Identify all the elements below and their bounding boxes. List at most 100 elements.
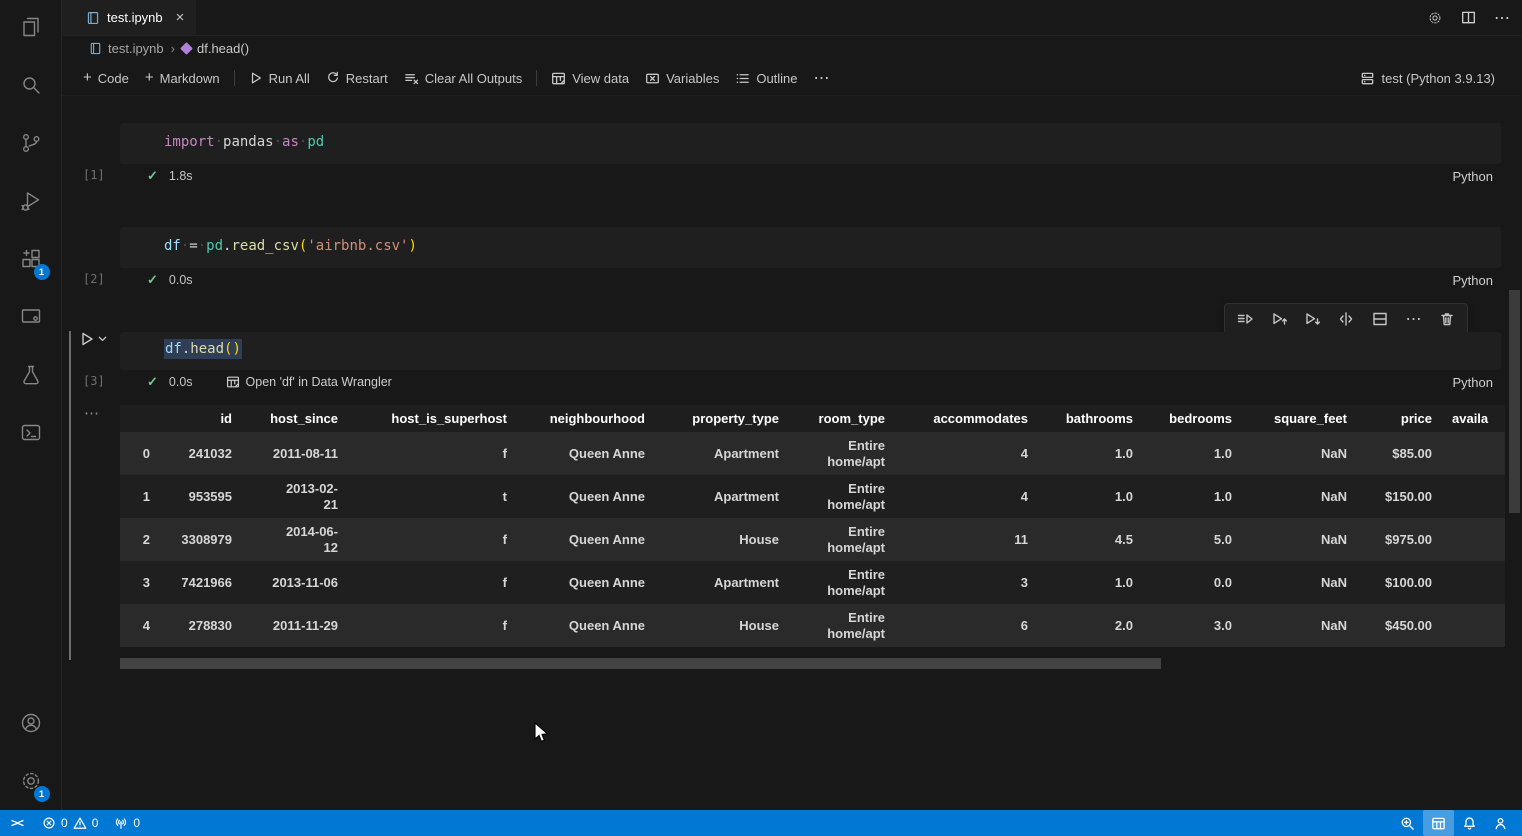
account-status-button[interactable] — [1485, 810, 1516, 836]
remote-indicator[interactable]: >< — [0, 810, 34, 836]
table-cell: 3 — [899, 561, 1042, 604]
sidebar-item-search[interactable] — [7, 60, 55, 110]
cell-language-picker[interactable]: Python — [1453, 169, 1493, 184]
more-actions-icon[interactable]: ⋯ — [1400, 307, 1428, 331]
sidebar-item-run-debug[interactable] — [7, 176, 55, 226]
clear-all-outputs-button[interactable]: Clear All Outputs — [396, 68, 531, 89]
ports-indicator[interactable]: 0 — [106, 810, 148, 836]
table-cell: Entire home/apt — [793, 518, 899, 561]
split-cell-icon[interactable] — [1332, 307, 1360, 331]
more-actions-icon[interactable]: ⋯ — [1494, 8, 1510, 28]
toolbar-more-button[interactable]: ⋯ — [806, 65, 838, 91]
sidebar-item-remote-explorer[interactable] — [7, 292, 55, 342]
problems-indicator[interactable]: 0 0 — [34, 810, 106, 836]
kernel-picker[interactable]: test (Python 3.9.13) — [1360, 71, 1495, 86]
column-header-host_since: host_since — [246, 405, 352, 432]
breadcrumb-symbol-label: df.head() — [197, 41, 249, 56]
execute-cell-and-below-icon[interactable] — [1298, 307, 1326, 331]
editor-vertical-scrollbar[interactable] — [1509, 290, 1520, 513]
table-cell: 4 — [899, 432, 1042, 475]
remote-explorer-icon — [19, 305, 43, 329]
notebook-file-icon — [89, 42, 102, 55]
cell-language-picker[interactable]: Python — [1453, 273, 1493, 288]
close-icon[interactable]: × — [176, 9, 185, 26]
cell-language-picker[interactable]: Python — [1453, 375, 1493, 390]
open-data-wrangler-link[interactable]: Open 'df' in Data Wrangler — [226, 375, 392, 389]
output-horizontal-scrollbar[interactable] — [120, 658, 1161, 669]
table-cell: 3 — [120, 561, 164, 604]
success-check-icon: ✓ — [147, 272, 158, 288]
execute-above-cells-icon[interactable] — [1231, 307, 1259, 331]
add-code-cell-button[interactable]: + Code — [75, 68, 137, 89]
sidebar-item-testing[interactable] — [7, 350, 55, 400]
split-editor-icon[interactable] — [1461, 10, 1476, 25]
code-line[interactable]: df·=·pd.read_csv('airbnb.csv') — [120, 227, 1501, 254]
clear-all-outputs-label: Clear All Outputs — [425, 71, 523, 86]
add-markdown-label: Markdown — [160, 71, 220, 86]
variables-button[interactable]: Variables — [637, 68, 727, 89]
data-wrangler-icon — [226, 375, 240, 389]
add-markdown-cell-button[interactable]: + Markdown — [137, 68, 228, 89]
delete-cell-icon[interactable] — [1433, 307, 1461, 331]
sidebar-item-extensions[interactable]: 1 — [7, 234, 55, 284]
code-cell-2-editor[interactable]: df·=·pd.read_csv('airbnb.csv') — [120, 227, 1501, 268]
kernel-icon — [1360, 71, 1375, 86]
code-line[interactable]: import·pandas·as·pd — [120, 123, 1501, 150]
table-grid-icon — [1431, 816, 1446, 831]
table-cell: 11 — [899, 518, 1042, 561]
settings-button[interactable]: 1 — [7, 756, 55, 806]
table-cell: 4 — [120, 604, 164, 647]
code-cell-3-editor[interactable]: df.head() — [120, 332, 1501, 370]
notifications-button[interactable] — [1454, 810, 1485, 836]
table-cell — [1446, 604, 1505, 647]
table-cell: 0 — [120, 432, 164, 475]
chevron-down-icon[interactable] — [98, 335, 107, 342]
cell-3-status-bar: ✓ 0.0s Open 'df' in Data Wrangler Python — [120, 371, 1501, 393]
cell-1-status-bar: ✓ 1.8s Python — [120, 165, 1501, 187]
table-row: 19535952013-02- 21tQueen AnneApartmentEn… — [120, 475, 1505, 518]
run-cell-button[interactable] — [79, 331, 107, 347]
code-line[interactable]: df.head() — [120, 332, 1501, 357]
table-cell: 5.0 — [1147, 518, 1246, 561]
table-cell: f — [352, 561, 521, 604]
warning-icon — [73, 816, 87, 830]
kernel-label: test (Python 3.9.13) — [1382, 71, 1495, 86]
column-header-accommodates: accommodates — [899, 405, 1042, 432]
data-wrangler-status[interactable] — [1423, 810, 1454, 836]
table-cell: 1.0 — [1042, 475, 1147, 518]
toolbar-divider — [234, 70, 235, 86]
table-cell: Queen Anne — [521, 518, 659, 561]
plus-icon: + — [83, 72, 92, 84]
code-selection[interactable]: df.head() — [164, 339, 242, 359]
table-cell: 7421966 — [164, 561, 246, 604]
outline-icon — [735, 71, 750, 86]
table-cell: 2.0 — [1042, 604, 1147, 647]
customize-layout-gear-icon[interactable] — [1427, 10, 1443, 26]
open-data-wrangler-label: Open 'df' in Data Wrangler — [246, 375, 392, 389]
plus-icon: + — [145, 72, 154, 84]
tab-test-ipynb[interactable]: test.ipynb × — [62, 0, 197, 35]
accounts-button[interactable] — [7, 698, 55, 748]
zoom-indicator[interactable] — [1392, 810, 1423, 836]
sidebar-item-panel-view[interactable] — [7, 408, 55, 458]
breadcrumb-file[interactable]: test.ipynb — [89, 41, 164, 56]
table-row: 42788302011-11-29fQueen AnneHouseEntire … — [120, 604, 1505, 647]
split-horizontal-icon[interactable] — [1366, 307, 1394, 331]
sidebar-item-explorer[interactable] — [7, 2, 55, 52]
code-token: · — [274, 134, 282, 150]
restart-kernel-button[interactable]: Restart — [318, 68, 396, 89]
sidebar-item-source-control[interactable] — [7, 118, 55, 168]
code-cell-1-editor[interactable]: import·pandas·as·pd — [120, 123, 1501, 164]
execute-cell-and-above-icon[interactable] — [1265, 307, 1293, 331]
settings-badge: 1 — [34, 786, 50, 802]
table-cell: $150.00 — [1361, 475, 1446, 518]
tab-label: test.ipynb — [107, 10, 163, 25]
output-options-icon[interactable]: ⋯ — [84, 404, 100, 422]
code-token: pd — [206, 238, 223, 254]
run-all-icon — [249, 71, 263, 85]
run-all-button[interactable]: Run All — [241, 68, 318, 89]
table-cell: 6 — [899, 604, 1042, 647]
breadcrumb-symbol[interactable]: df.head() — [182, 41, 249, 56]
view-data-button[interactable]: View data — [543, 68, 637, 89]
outline-button[interactable]: Outline — [727, 68, 805, 89]
